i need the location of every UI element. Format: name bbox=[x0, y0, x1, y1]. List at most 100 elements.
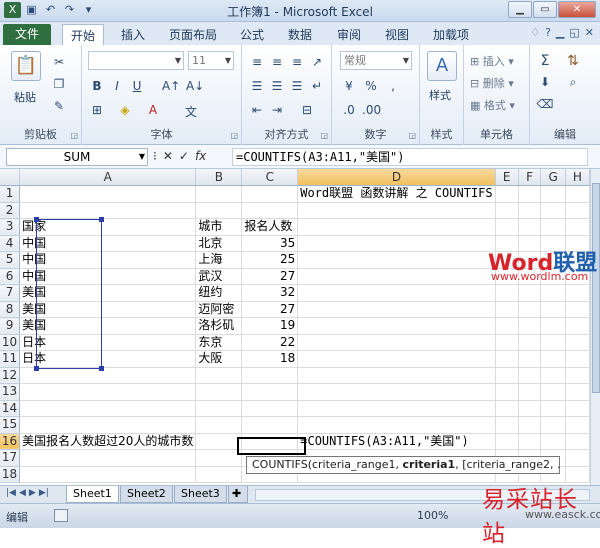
cell-empty[interactable] bbox=[495, 433, 519, 450]
cell-c16[interactable] bbox=[241, 433, 299, 450]
column-header-c[interactable]: C bbox=[241, 169, 299, 186]
row-header[interactable]: 7 bbox=[0, 284, 21, 302]
cell-empty[interactable] bbox=[495, 301, 519, 318]
row-header[interactable]: 18 bbox=[0, 466, 21, 483]
format-cells-button[interactable]: ▦ 格式 ▾ bbox=[470, 97, 515, 113]
column-header-b[interactable]: B bbox=[195, 169, 243, 186]
cell-a7[interactable]: 美国 bbox=[19, 284, 197, 302]
row-header[interactable]: 16 bbox=[0, 433, 21, 450]
cell-b16[interactable] bbox=[195, 433, 243, 450]
cell-empty[interactable] bbox=[495, 317, 519, 335]
cell-c8[interactable]: 27 bbox=[241, 301, 299, 318]
increase-indent-icon[interactable]: ⇥ bbox=[268, 103, 286, 117]
cell-b2[interactable] bbox=[195, 202, 243, 219]
zoom-level[interactable]: 100% bbox=[417, 509, 448, 522]
clipboard-launcher-icon[interactable]: ◲ bbox=[70, 131, 78, 140]
cell-empty[interactable] bbox=[518, 317, 542, 335]
sheet-tab-1[interactable]: Sheet1 bbox=[66, 486, 119, 503]
cell-a11[interactable]: 日本 bbox=[19, 350, 197, 368]
styles-icon[interactable]: A bbox=[427, 51, 457, 81]
fill-color-icon[interactable]: ◈ bbox=[116, 103, 134, 117]
cell-c6[interactable]: 27 bbox=[241, 268, 299, 285]
cell-empty[interactable] bbox=[540, 185, 566, 203]
cell-a6[interactable]: 中国 bbox=[19, 268, 197, 285]
cell-empty[interactable] bbox=[518, 301, 542, 318]
cell-a5[interactable]: 中国 bbox=[19, 251, 197, 269]
cell-empty[interactable] bbox=[495, 284, 519, 302]
cell-a9[interactable]: 美国 bbox=[19, 317, 197, 335]
merge-center-icon[interactable]: ⊟ bbox=[298, 103, 316, 117]
cell-a4[interactable]: 中国 bbox=[19, 235, 197, 252]
cell-c14[interactable] bbox=[241, 400, 299, 417]
help-icon[interactable]: ? bbox=[545, 26, 551, 39]
decrease-indent-icon[interactable]: ⇤ bbox=[248, 103, 266, 117]
cell-d3[interactable] bbox=[297, 218, 496, 236]
align-top-icon[interactable]: ≡ bbox=[248, 55, 266, 69]
cell-empty[interactable] bbox=[495, 185, 519, 203]
cell-d8[interactable] bbox=[297, 301, 496, 318]
cell-empty[interactable] bbox=[565, 383, 590, 401]
cell-a1[interactable] bbox=[19, 185, 197, 203]
window-minimize-icon[interactable]: ▁ bbox=[556, 26, 564, 39]
align-right-icon[interactable]: ☰ bbox=[288, 79, 306, 93]
alignment-launcher-icon[interactable]: ◲ bbox=[320, 131, 328, 140]
tab-home[interactable]: 开始 bbox=[62, 24, 105, 46]
cell-empty[interactable] bbox=[540, 383, 566, 401]
bold-button[interactable]: B bbox=[88, 79, 106, 93]
cell-b15[interactable] bbox=[195, 416, 243, 434]
cell-empty[interactable] bbox=[540, 218, 566, 236]
row-header[interactable]: 15 bbox=[0, 416, 21, 434]
cancel-entry-icon[interactable]: ✕ bbox=[163, 149, 173, 163]
cell-empty[interactable] bbox=[540, 202, 566, 219]
prev-sheet-icon[interactable]: ◀ bbox=[19, 488, 26, 498]
macro-record-icon[interactable] bbox=[54, 509, 68, 522]
column-header-g[interactable]: G bbox=[540, 169, 566, 186]
number-launcher-icon[interactable]: ◲ bbox=[408, 131, 416, 140]
wrap-text-icon[interactable]: ↵ bbox=[308, 79, 326, 93]
cell-empty[interactable] bbox=[518, 202, 542, 219]
paste-label[interactable]: 粘贴 bbox=[14, 89, 36, 105]
row-header[interactable]: 11 bbox=[0, 350, 21, 368]
currency-icon[interactable]: ¥ bbox=[340, 79, 358, 93]
row-header[interactable]: 12 bbox=[0, 367, 21, 384]
column-header-a[interactable]: A bbox=[19, 169, 197, 186]
cell-c2[interactable] bbox=[241, 202, 299, 219]
clear-icon[interactable]: ⌫ bbox=[536, 97, 554, 111]
percent-icon[interactable]: % bbox=[362, 79, 380, 93]
delete-cells-button[interactable]: ⊟ 删除 ▾ bbox=[470, 75, 514, 91]
confirm-entry-icon[interactable]: ✓ bbox=[179, 149, 189, 163]
cell-c10[interactable]: 22 bbox=[241, 334, 299, 351]
cell-c3[interactable]: 报名人数 bbox=[241, 218, 299, 236]
cell-d5[interactable] bbox=[297, 251, 496, 269]
next-sheet-icon[interactable]: ▶ bbox=[29, 488, 36, 498]
cell-b6[interactable]: 武汉 bbox=[195, 268, 243, 285]
cell-empty[interactable] bbox=[495, 400, 519, 417]
cell-c4[interactable]: 35 bbox=[241, 235, 299, 252]
cell-d1[interactable]: Word联盟 函数讲解 之 COUNTIFS bbox=[297, 185, 496, 203]
row-header[interactable]: 5 bbox=[0, 251, 21, 269]
cell-c7[interactable]: 32 bbox=[241, 284, 299, 302]
cell-empty[interactable] bbox=[565, 350, 590, 368]
cell-a3[interactable]: 国家 bbox=[19, 218, 197, 236]
cell-b14[interactable] bbox=[195, 400, 243, 417]
cell-c9[interactable]: 19 bbox=[241, 317, 299, 335]
find-select-icon[interactable]: ⌕ bbox=[564, 75, 582, 90]
vertical-scroll-thumb[interactable] bbox=[592, 183, 600, 393]
orientation-icon[interactable]: ↗ bbox=[308, 55, 326, 69]
cell-empty[interactable] bbox=[518, 416, 542, 434]
font-color-icon[interactable]: A bbox=[144, 103, 162, 117]
formula-input[interactable]: =COUNTIFS(A3:A11,"美国") bbox=[232, 148, 588, 166]
fill-icon[interactable]: ⬇ bbox=[536, 75, 554, 89]
tab-page-layout[interactable]: 页面布局 bbox=[169, 26, 217, 43]
copy-icon[interactable]: ❐ bbox=[50, 77, 68, 91]
cell-empty[interactable] bbox=[565, 400, 590, 417]
increase-font-icon[interactable]: A↑ bbox=[162, 79, 180, 93]
cell-empty[interactable] bbox=[565, 202, 590, 219]
maximize-button[interactable]: ▭ bbox=[533, 1, 557, 18]
phonetic-icon[interactable]: 文 bbox=[182, 103, 200, 120]
cell-b10[interactable]: 东京 bbox=[195, 334, 243, 351]
cell-empty[interactable] bbox=[495, 416, 519, 434]
insert-sheet-icon[interactable]: ✚ bbox=[228, 486, 248, 503]
cell-empty[interactable] bbox=[540, 416, 566, 434]
column-header-f[interactable]: F bbox=[518, 169, 542, 186]
